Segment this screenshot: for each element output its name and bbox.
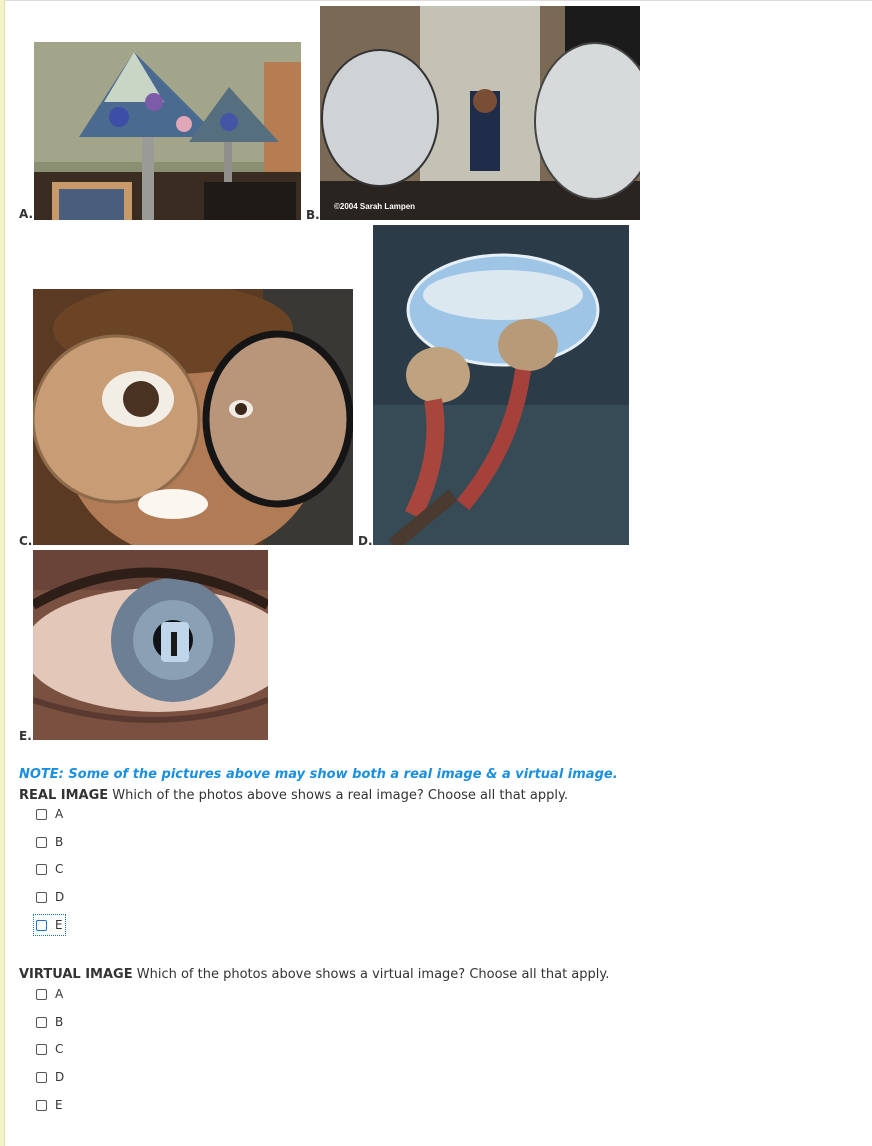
virtual-option-c[interactable]: C bbox=[36, 1041, 63, 1057]
virtual-option-b-label: B bbox=[55, 1015, 64, 1029]
virtual-option-c-label: C bbox=[55, 1042, 64, 1056]
virtual-checkbox-d[interactable] bbox=[36, 1071, 47, 1083]
real-option-d[interactable]: D bbox=[36, 889, 64, 905]
left-rail bbox=[0, 0, 5, 1146]
real-option-e[interactable]: E bbox=[33, 914, 66, 936]
virtual-checkbox-a[interactable] bbox=[36, 988, 47, 1000]
virtual-checkbox-b[interactable] bbox=[36, 1016, 47, 1028]
real-option-b-label: B bbox=[55, 835, 64, 849]
photo-b-label: B. bbox=[306, 208, 320, 222]
photo-b-credit: ©2004 Sarah Lampen bbox=[334, 202, 416, 211]
real-checkbox-b[interactable] bbox=[36, 836, 47, 848]
top-rule bbox=[4, 0, 872, 1]
photo-c-label: C. bbox=[19, 534, 33, 548]
real-option-a-label: A bbox=[55, 807, 64, 821]
question-real-image-prompt: Which of the photos above shows a real i… bbox=[108, 788, 568, 803]
virtual-option-e-label: E bbox=[55, 1098, 63, 1112]
question-virtual-image-heading: VIRTUAL IMAGE bbox=[19, 967, 133, 982]
virtual-option-e[interactable]: E bbox=[36, 1097, 63, 1113]
question-virtual-image-prompt: Which of the photos above shows a virtua… bbox=[132, 967, 610, 982]
virtual-option-a-label: A bbox=[55, 987, 64, 1001]
question-real-image: REAL IMAGE Which of the photos above sho… bbox=[19, 788, 568, 803]
question-virtual-image: VIRTUAL IMAGE Which of the photos above … bbox=[19, 967, 609, 982]
note-text: NOTE: Some of the pictures above may sho… bbox=[19, 767, 618, 782]
photo-d-label: D. bbox=[358, 534, 373, 548]
photo-a bbox=[34, 42, 301, 220]
real-option-c-label: C bbox=[55, 862, 64, 876]
real-checkbox-d[interactable] bbox=[36, 891, 47, 903]
photo-e-label: E. bbox=[19, 729, 32, 743]
real-option-e-label: E bbox=[55, 918, 63, 932]
virtual-checkbox-c[interactable] bbox=[36, 1043, 47, 1055]
virtual-option-d[interactable]: D bbox=[36, 1069, 64, 1085]
virtual-option-b[interactable]: B bbox=[36, 1014, 63, 1030]
real-option-c[interactable]: C bbox=[36, 861, 63, 877]
photo-c bbox=[33, 289, 353, 545]
real-option-b[interactable]: B bbox=[36, 834, 63, 850]
real-checkbox-c[interactable] bbox=[36, 863, 47, 875]
real-option-a[interactable]: A bbox=[36, 806, 63, 822]
photo-b: ©2004 Sarah Lampen bbox=[320, 6, 640, 220]
real-checkbox-a[interactable] bbox=[36, 808, 47, 820]
real-checkbox-e[interactable] bbox=[36, 919, 47, 931]
photo-d bbox=[373, 225, 629, 545]
real-option-d-label: D bbox=[55, 890, 65, 904]
photo-e bbox=[33, 550, 268, 740]
photo-a-label: A. bbox=[19, 207, 34, 221]
question-real-image-heading: REAL IMAGE bbox=[19, 788, 109, 803]
virtual-option-a[interactable]: A bbox=[36, 986, 63, 1002]
virtual-checkbox-e[interactable] bbox=[36, 1099, 47, 1111]
virtual-option-d-label: D bbox=[55, 1070, 65, 1084]
